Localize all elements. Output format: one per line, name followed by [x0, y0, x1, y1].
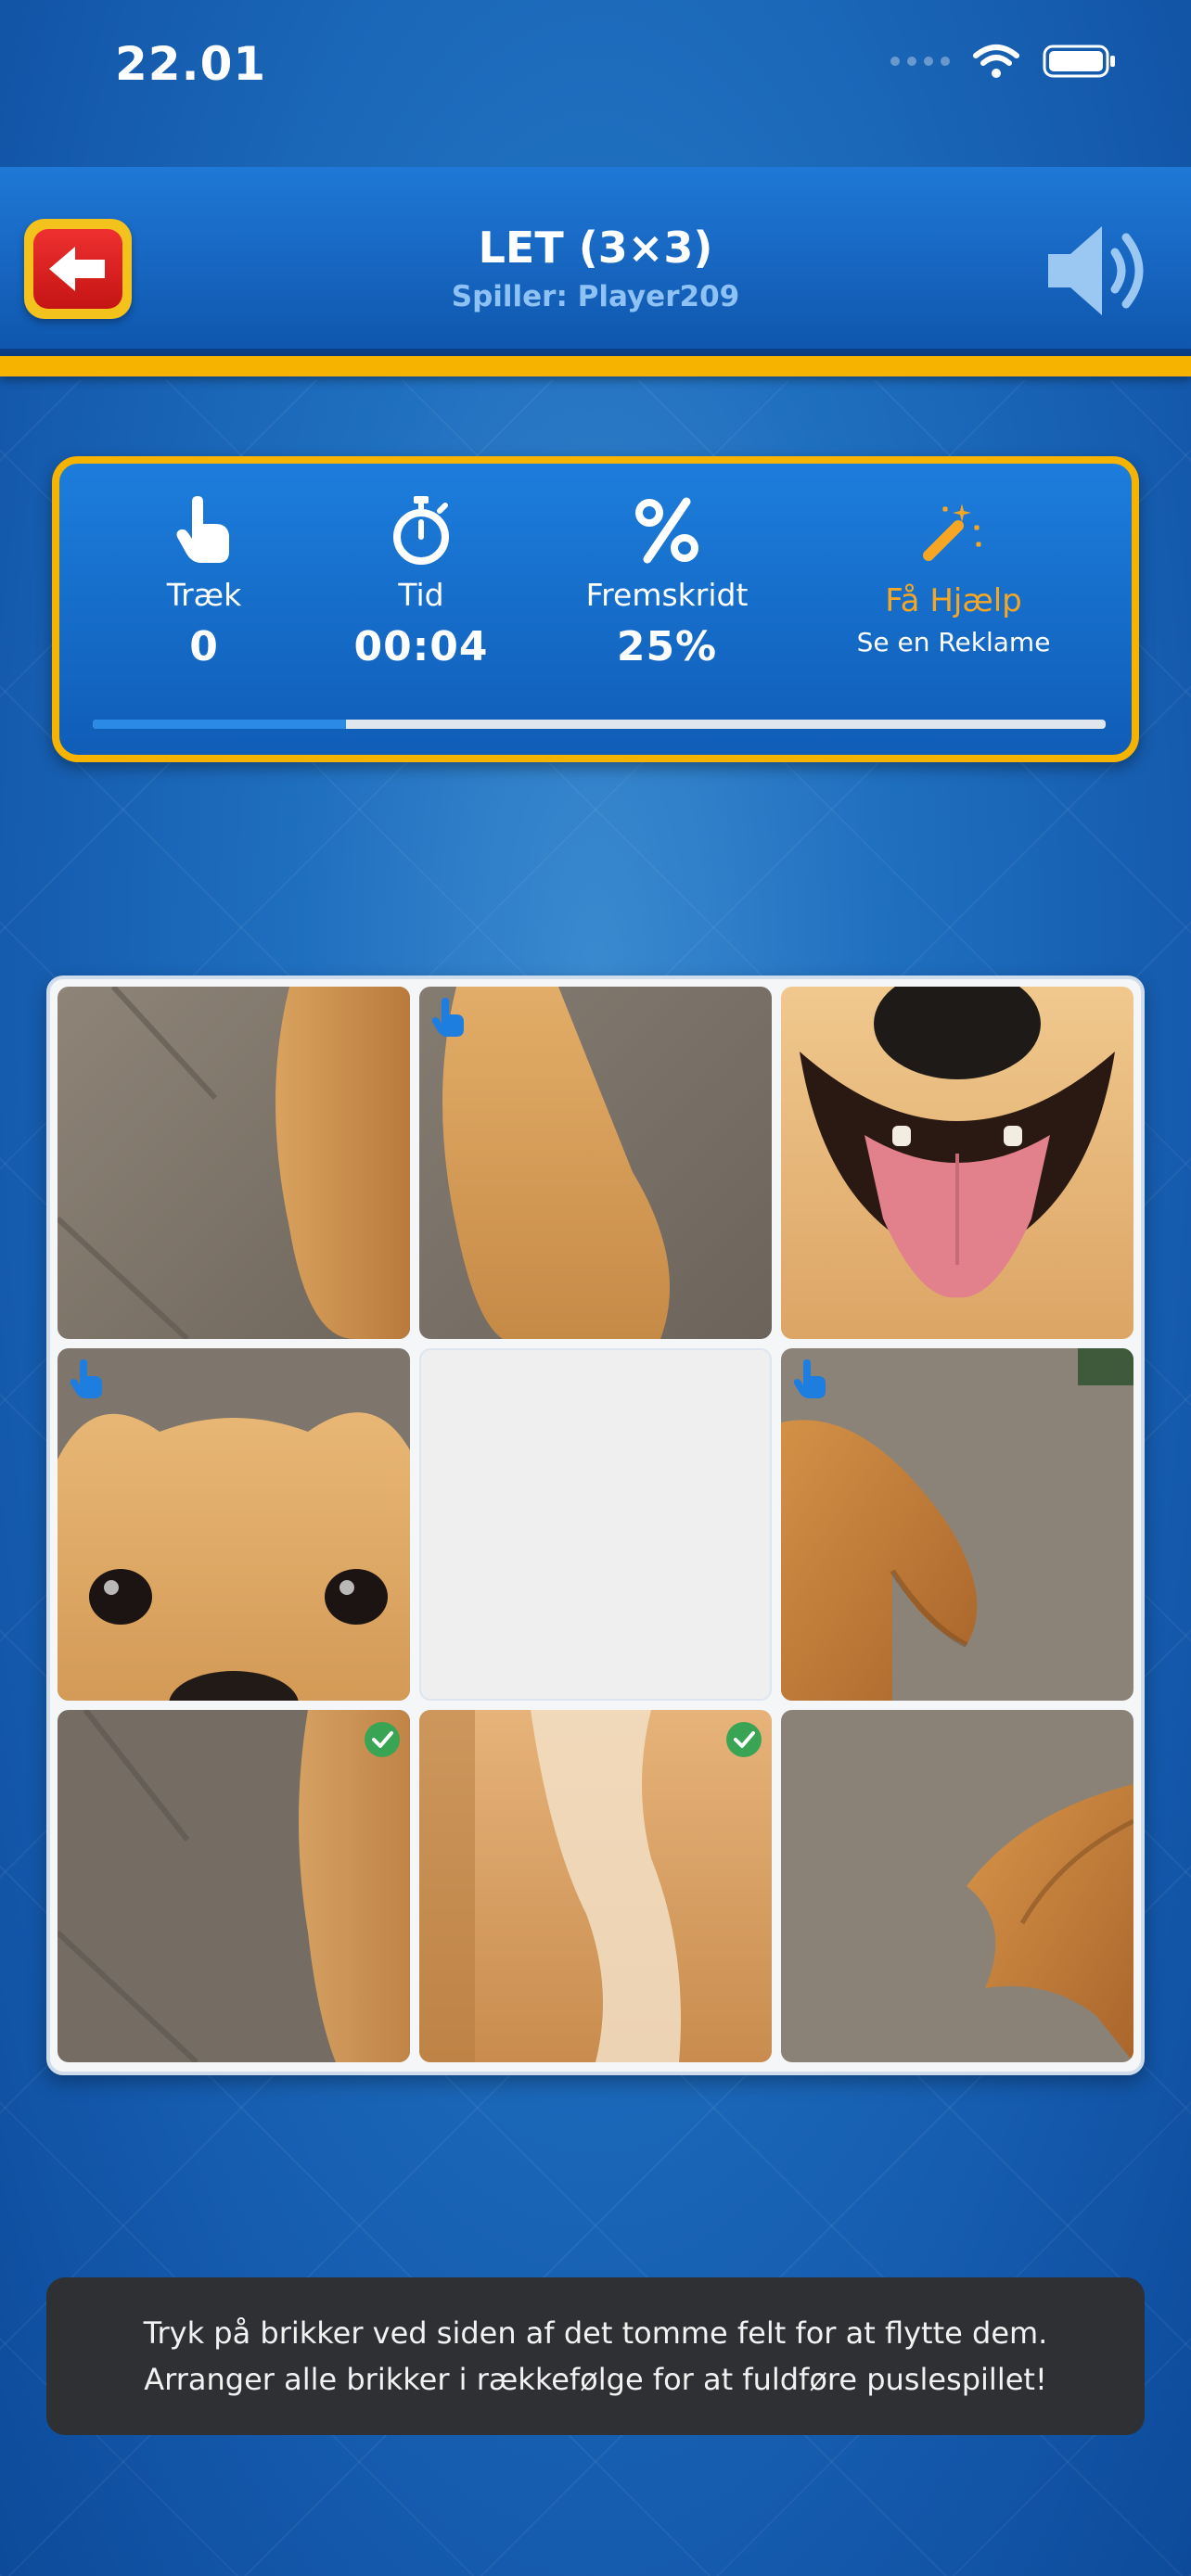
puzzle-board [46, 976, 1145, 2075]
stopwatch-icon [393, 496, 449, 565]
correct-check-icon [726, 1722, 762, 1757]
time-stat: Tid 00:04 [328, 495, 514, 675]
puzzle-tile[interactable] [58, 1348, 410, 1701]
puzzle-tile[interactable] [781, 987, 1133, 1339]
status-time: 22.01 [115, 37, 267, 91]
correct-check-icon [365, 1722, 400, 1757]
time-label: Tid [398, 577, 444, 613]
instructions-line-2: Arranger alle brikker i rækkefølge for a… [144, 2362, 1047, 2397]
instructions-line-1: Tryk på brikker ved siden af det tomme f… [143, 2315, 1048, 2351]
wifi-icon [973, 45, 1019, 78]
stats-panel: Træk 0 Tid 00:04 Fremskridt 25% Få Hjælp… [52, 456, 1139, 762]
progress-label: Fremskridt [585, 577, 749, 613]
movable-hand-icon [70, 1359, 102, 1398]
movable-hand-icon [431, 998, 464, 1037]
percent-icon [635, 497, 698, 564]
battery-icon [1043, 45, 1115, 78]
pointer-hand-icon [176, 496, 229, 563]
page-title: LET (3×3) [478, 223, 713, 273]
help-label: Få Hjælp [885, 582, 1022, 619]
time-value: 00:04 [353, 623, 489, 670]
progress-bar [93, 720, 1106, 729]
moves-label: Træk [166, 577, 242, 613]
empty-slot [419, 1348, 772, 1701]
puzzle-tile[interactable] [781, 1348, 1133, 1701]
status-icons [890, 43, 1117, 80]
moves-value: 0 [189, 623, 219, 670]
progress-bar-fill [93, 720, 346, 729]
movable-hand-icon [793, 1359, 826, 1398]
signal-icon [890, 57, 950, 66]
instructions-box: Tryk på brikker ved siden af det tomme f… [46, 2277, 1145, 2435]
header-accent-bar [0, 356, 1191, 376]
puzzle-tile[interactable] [419, 987, 772, 1339]
puzzle-tile[interactable] [58, 987, 410, 1339]
puzzle-tile[interactable] [419, 1710, 772, 2062]
help-sublabel: Se en Reklame [856, 627, 1051, 657]
puzzle-tile[interactable] [58, 1710, 410, 2062]
header-shadow [0, 349, 1191, 356]
progress-stat: Fremskridt 25% [560, 495, 774, 675]
player-name: Spiller: Player209 [451, 280, 740, 313]
puzzle-tile[interactable] [781, 1710, 1133, 2062]
sound-toggle-icon[interactable] [1043, 217, 1154, 325]
get-help-button[interactable]: Få Hjælp Se en Reklame [833, 495, 1074, 657]
progress-value: 25% [616, 623, 718, 670]
moves-stat: Træk 0 [139, 495, 269, 675]
magic-wand-icon [923, 504, 982, 561]
